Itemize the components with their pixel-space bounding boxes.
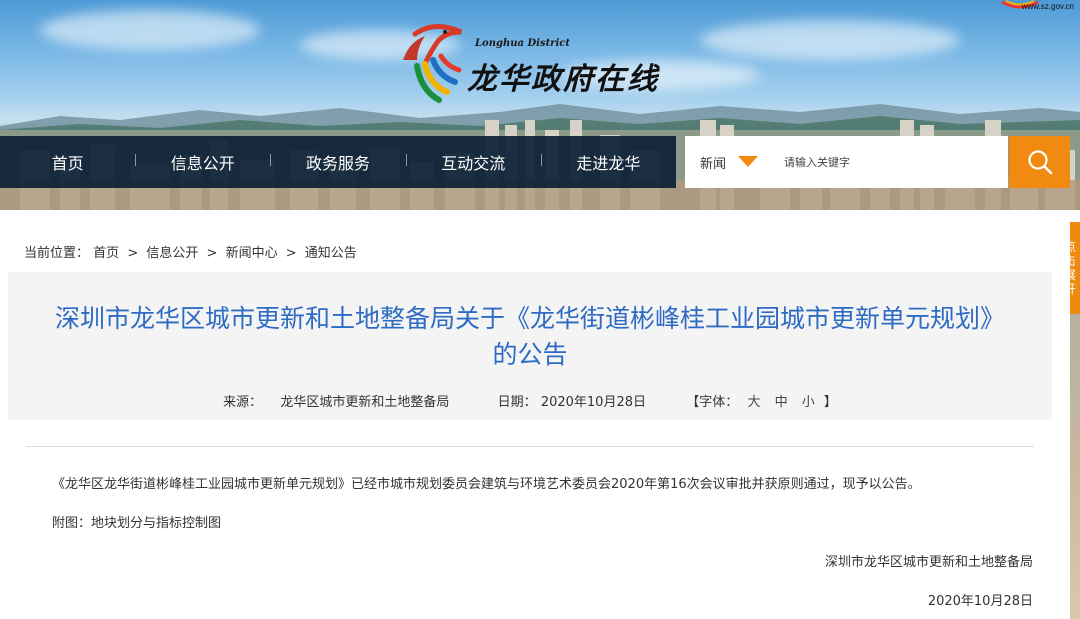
nav-item-gov-services[interactable]: 政务服务 [270,150,405,174]
logo-title: 龙华政府在线 [467,62,659,97]
font-size-medium[interactable]: 中 [775,395,788,410]
breadcrumb-separator: > [127,246,139,261]
background-edge [1070,314,1080,619]
date-label: 日期： [497,395,537,410]
breadcrumb-label: 当前位置： [24,246,90,261]
nav-item-home[interactable]: 首页 [0,150,135,174]
corner-site-url: www.sz.gov.cn [1021,2,1074,11]
article-signature: 深圳市龙华区城市更新和土地整备局 [824,555,1033,570]
breadcrumb-separator: > [206,246,218,261]
article-meta: 来源： 龙华区城市更新和土地整备局 日期： 2020年10月28日 【字体： 大… [8,391,1052,410]
article-body: 《龙华区龙华街道彬峰桂工业园城市更新单元规划》已经市城市规划委员会建筑与环境艺术… [52,477,921,492]
breadcrumb-separator: > [285,246,297,261]
nav-item-info-disclosure[interactable]: 信息公开 [135,150,270,174]
font-size-label: 【字体： [686,395,739,410]
font-size-large[interactable]: 大 [747,395,760,410]
article-title: 深圳市龙华区城市更新和土地整备局关于《龙华街道彬峰桂工业园城市更新单元规划》 的… [20,301,1040,373]
breadcrumb-news-center[interactable]: 新闻中心 [226,246,278,261]
site-logo[interactable]: Longhua District 龙华政府在线 [395,18,685,108]
article-signature-date: 2020年10月28日 [927,594,1033,609]
breadcrumb-home[interactable]: 首页 [93,246,119,261]
main-nav: 首页 信息公开 政务服务 互动交流 走进龙华 [0,136,676,188]
logo-subtitle: Longhua District [475,38,570,49]
article-title-line: 深圳市龙华区城市更新和土地整备局关于《龙华街道彬峰桂工业园城市更新单元规划》 [54,304,1005,333]
breadcrumb: 当前位置： 首页 > 信息公开 > 新闻中心 > 通知公告 [24,242,357,261]
longhua-dragon-logo-icon [403,24,463,103]
font-size-label-close: 】 [823,395,837,410]
search-input[interactable] [784,155,985,169]
chevron-down-icon[interactable] [738,155,759,167]
search-bar: 新闻 [685,136,1008,188]
breadcrumb-notices[interactable]: 通知公告 [305,246,357,261]
source-value: 龙华区城市更新和土地整备局 [280,395,450,410]
divider [26,446,1034,447]
cloud [700,20,960,60]
search-icon [1027,150,1052,175]
article-attachment-link[interactable]: 附图：地块划分与指标控制图 [52,512,221,531]
search-button[interactable] [1009,136,1070,188]
breadcrumb-info-disclosure[interactable]: 信息公开 [146,246,198,261]
nav-item-interaction[interactable]: 互动交流 [405,150,541,174]
source-label: 来源： [223,395,263,410]
nav-item-about-longhua[interactable]: 走进龙华 [540,150,676,174]
cloud [40,10,260,50]
search-scope-select[interactable]: 新闻 [700,153,726,172]
font-size-small[interactable]: 小 [802,395,815,410]
article-title-line: 的公告 [492,340,568,369]
date-value: 2020年10月28日 [540,395,646,410]
